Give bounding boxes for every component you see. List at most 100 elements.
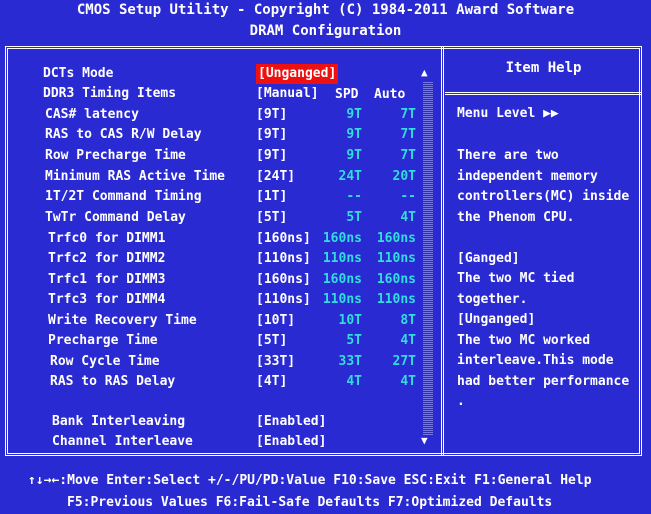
setting-label: Bank Interleaving	[52, 414, 186, 429]
setting-row[interactable]: Trfc0 for DIMM1 [160ns] 160ns 160ns	[0, 229, 420, 249]
scroll-down-arrow-icon[interactable]: ▼	[421, 434, 428, 447]
setting-value[interactable]: [110ns]	[256, 249, 311, 269]
setting-spd-value: 160ns	[322, 272, 362, 287]
setting-label: DDR3 Timing Items	[43, 86, 177, 101]
setting-label: Trfc0 for DIMM1	[48, 231, 166, 246]
setting-label: Row Cycle Time	[50, 354, 160, 369]
setting-auto-value: 27T	[392, 354, 416, 369]
setting-auto-value: 7T	[400, 148, 416, 163]
help-line: .	[457, 394, 465, 409]
setting-auto-value: 110ns	[376, 292, 416, 307]
setting-auto-value: 7T	[400, 127, 416, 142]
setting-spd-value: 9T	[346, 127, 362, 142]
setting-value[interactable]: [5T]	[256, 208, 287, 228]
setting-auto-value: 20T	[392, 169, 416, 184]
item-help-title: Item Help	[505, 60, 582, 76]
setting-spd-value: 10T	[338, 313, 362, 328]
footer-line-2: F5:Previous Values F6:Fail-Safe Defaults…	[67, 495, 553, 510]
setting-label: Row Precharge Time	[45, 148, 186, 163]
scroll-up-arrow-icon[interactable]: ▲	[421, 66, 428, 79]
setting-value[interactable]: [5T]	[256, 331, 287, 351]
setting-value[interactable]: [110ns]	[256, 290, 311, 310]
setting-auto-value: 160ns	[376, 231, 416, 246]
setting-value[interactable]: [Unganged]	[256, 64, 339, 84]
panel-divider	[441, 46, 445, 456]
setting-auto-value: 8T	[400, 313, 416, 328]
setting-row[interactable]: Row Cycle Time [33T] 33T 27T	[0, 352, 420, 372]
setting-row[interactable]: Precharge Time [5T] 5T 4T	[0, 331, 420, 351]
setting-auto-value: --	[400, 189, 416, 204]
setting-spd-value: 160ns	[322, 231, 362, 246]
setting-row[interactable]: DDR3 Timing Items [Manual]	[0, 84, 420, 104]
setting-label: RAS to CAS R/W Delay	[45, 127, 202, 142]
setting-value[interactable]: [10T]	[256, 311, 295, 331]
setting-value[interactable]: [Enabled]	[256, 412, 326, 432]
setting-row[interactable]: Row Precharge Time [9T] 9T 7T	[0, 146, 420, 166]
help-line: [Ganged]	[457, 250, 520, 266]
scrollbar-track[interactable]	[423, 82, 433, 436]
setting-row[interactable]: CAS# latency [9T] 9T 7T	[0, 105, 420, 125]
setting-auto-value: 160ns	[376, 272, 416, 287]
setting-label: Trfc1 for DIMM3	[48, 272, 166, 287]
help-line: the Phenom CPU.	[457, 209, 575, 225]
setting-auto-value: 4T	[400, 374, 416, 389]
setting-auto-value: 110ns	[376, 251, 416, 266]
setting-spd-value: 5T	[346, 333, 362, 348]
setting-label: Precharge Time	[48, 333, 158, 348]
setting-value[interactable]: [33T]	[256, 352, 295, 372]
help-line: interleave.This mode	[457, 353, 614, 368]
setting-row[interactable]: Bank Interleaving [Enabled]	[0, 412, 420, 432]
setting-value[interactable]: [1T]	[256, 187, 287, 207]
setting-spd-value: 9T	[346, 148, 362, 163]
help-line: The two MC worked	[457, 332, 591, 348]
setting-value[interactable]: [9T]	[256, 125, 287, 145]
setting-value[interactable]: [4T]	[256, 372, 287, 392]
help-line: had better performance	[457, 373, 630, 389]
setting-label: RAS to RAS Delay	[50, 374, 176, 389]
setting-spd-value: 110ns	[322, 251, 362, 266]
setting-row[interactable]: Write Recovery Time [10T] 10T 8T	[0, 311, 420, 331]
setting-value[interactable]: [160ns]	[256, 270, 311, 290]
setting-spd-value: 4T	[346, 374, 362, 389]
setting-spd-value: 24T	[338, 169, 362, 184]
setting-label: TwTr Command Delay	[45, 210, 186, 225]
setting-row[interactable]: RAS to CAS R/W Delay [9T] 9T 7T	[0, 125, 420, 145]
setting-label: CAS# latency	[45, 107, 139, 122]
page-title: DRAM Configuration	[249, 23, 402, 39]
setting-row[interactable]: 1T/2T Command Timing [1T] -- --	[0, 187, 420, 207]
setting-auto-value: 7T	[400, 107, 416, 122]
setting-row[interactable]: Channel Interleave [Enabled]	[0, 432, 420, 452]
app-title: CMOS Setup Utility - Copyright (C) 1984-…	[76, 2, 575, 18]
setting-row[interactable]: RAS to RAS Delay [4T] 4T 4T	[0, 372, 420, 392]
setting-row[interactable]: Trfc2 for DIMM2 [110ns] 110ns 110ns	[0, 249, 420, 269]
setting-value[interactable]: [Enabled]	[256, 432, 326, 452]
setting-row[interactable]: Trfc1 for DIMM3 [160ns] 160ns 160ns	[0, 270, 420, 290]
help-line: There are two	[457, 148, 559, 163]
setting-value[interactable]: [Manual]	[256, 84, 319, 104]
help-line: together.	[457, 291, 528, 307]
help-line: [Unganged]	[457, 312, 536, 327]
help-divider	[445, 92, 642, 95]
setting-label: Minimum RAS Active Time	[45, 169, 226, 184]
help-line: The two MC tied	[457, 271, 575, 286]
setting-spd-value: 9T	[346, 107, 362, 122]
setting-row[interactable]: Trfc3 for DIMM4 [110ns] 110ns 110ns	[0, 290, 420, 310]
help-line: independent memory	[457, 168, 598, 184]
setting-spd-value: 110ns	[322, 292, 362, 307]
setting-row[interactable]: DCTs Mode [Unganged]	[0, 64, 420, 84]
setting-label: Trfc2 for DIMM2	[48, 251, 166, 266]
menu-level: Menu Level ▶▶	[457, 106, 559, 121]
setting-spd-value: 33T	[338, 354, 362, 369]
setting-label: DCTs Mode	[43, 66, 114, 81]
setting-row[interactable]: TwTr Command Delay [5T] 5T 4T	[0, 208, 420, 228]
setting-label: 1T/2T Command Timing	[45, 189, 202, 204]
setting-row[interactable]: Minimum RAS Active Time [24T] 24T 20T	[0, 167, 420, 187]
footer-line-1: ↑↓→←:Move Enter:Select +/-/PU/PD:Value F…	[28, 473, 592, 488]
setting-label: Write Recovery Time	[48, 313, 197, 328]
help-line: controllers(MC) inside	[457, 189, 630, 204]
setting-value[interactable]: [9T]	[256, 146, 287, 166]
setting-label: Channel Interleave	[52, 434, 193, 449]
setting-value[interactable]: [9T]	[256, 105, 287, 125]
setting-value[interactable]: [24T]	[256, 167, 295, 187]
setting-value[interactable]: [160ns]	[256, 229, 311, 249]
